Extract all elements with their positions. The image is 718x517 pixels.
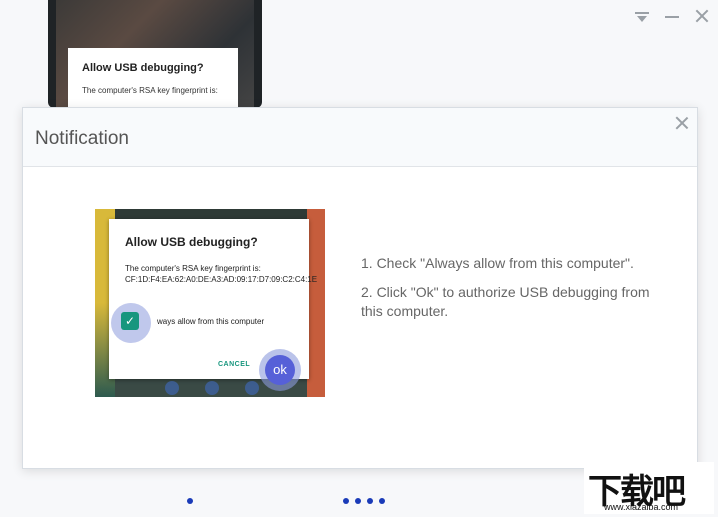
phone-dialog-title: Allow USB debugging? (82, 62, 204, 74)
minimize-icon[interactable] (664, 8, 680, 24)
site-watermark-logo: 下载吧 www.xiazaiba.com (584, 462, 714, 514)
page-dot[interactable] (379, 498, 385, 504)
usb-debugging-illustration: Allow USB debugging? The computer's RSA … (95, 209, 325, 397)
instruction-step-1: 1. Check "Always allow from this compute… (361, 255, 634, 271)
illustration-dialog-text: The computer's RSA key fingerprint is: C… (125, 263, 317, 285)
page-dot[interactable] (367, 498, 373, 504)
phone-nav-bar (125, 379, 305, 397)
always-allow-label: ways allow from this computer (157, 317, 265, 326)
page-dot[interactable] (187, 498, 193, 504)
notification-dialog: Notification Allow USB debugging? The co… (22, 107, 698, 469)
window-controls (634, 8, 710, 24)
close-icon[interactable] (675, 116, 689, 130)
instructions: 1. Check "Always allow from this compute… (361, 254, 661, 331)
close-icon[interactable] (694, 8, 710, 24)
illustration-cancel-button: CANCEL (218, 361, 251, 368)
dialog-title: Notification (35, 128, 129, 149)
illustration-dialog-title: Allow USB debugging? (125, 235, 258, 249)
dialog-header: Notification (23, 108, 697, 167)
nav-icon (165, 381, 179, 395)
rsa-label: The computer's RSA key fingerprint is: (125, 264, 261, 273)
instruction-step-2: 2. Click "Ok" to authorize USB debugging… (361, 284, 650, 319)
checkbox-checked-icon: ✓ (121, 312, 139, 330)
phone-dialog-text: The computer's RSA key fingerprint is: (82, 86, 218, 95)
phone-preview: Allow USB debugging? The computer's RSA … (48, 0, 262, 108)
nav-icon (245, 381, 259, 395)
illustration-dialog: Allow USB debugging? The computer's RSA … (109, 219, 317, 391)
dropdown-icon[interactable] (634, 8, 650, 24)
page-dot[interactable] (343, 498, 349, 504)
nav-icon (205, 381, 219, 395)
watermark-url: www.xiazaiba.com (604, 502, 679, 512)
page-dot[interactable] (355, 498, 361, 504)
rsa-fingerprint: CF:1D:F4:EA:62:A0:DE:A3:AD:09:17:D7:09:C… (125, 275, 318, 284)
phone-usb-dialog: Allow USB debugging? The computer's RSA … (68, 48, 238, 108)
